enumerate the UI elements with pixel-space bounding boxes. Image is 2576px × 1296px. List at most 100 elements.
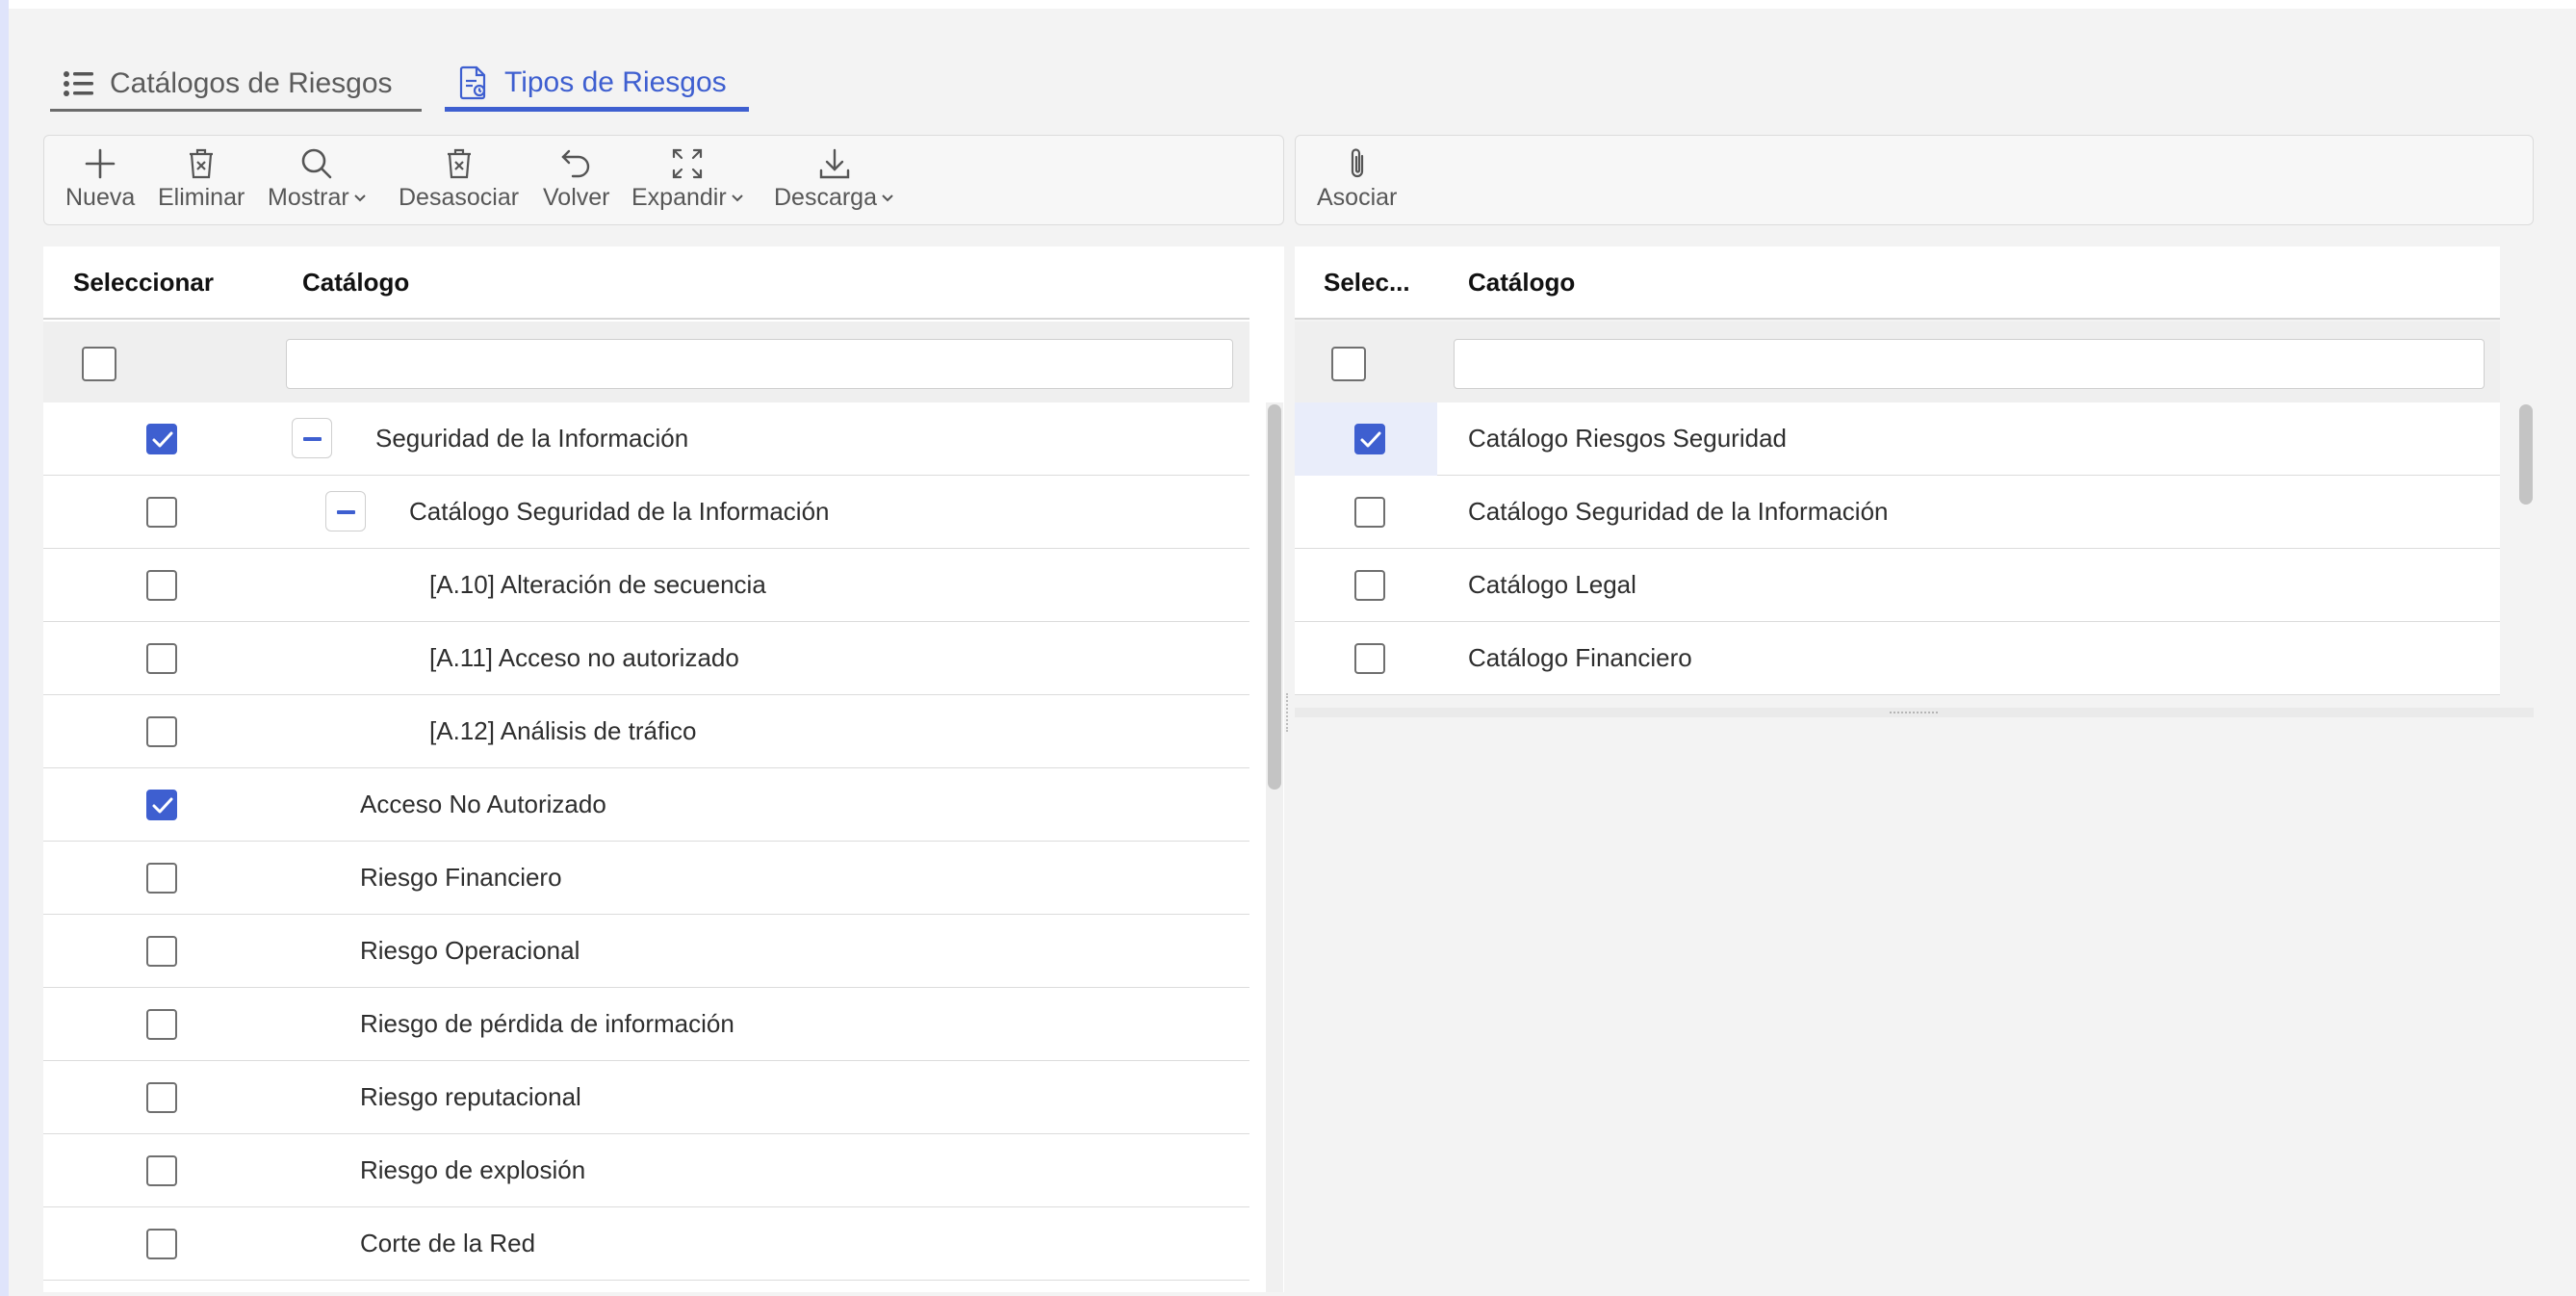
row-checkbox[interactable] — [146, 643, 177, 674]
download-icon — [818, 143, 851, 184]
row-checkbox[interactable] — [146, 863, 177, 894]
horizontal-splitter[interactable] — [1295, 708, 2534, 717]
row-checkbox[interactable] — [1354, 570, 1385, 601]
column-header-seleccionar[interactable]: Selec... — [1324, 268, 1410, 298]
tab-catalogos-de-riesgos[interactable]: Catálogos de Riesgos — [50, 58, 422, 112]
left-accent-bar — [0, 0, 9, 1296]
table-row[interactable]: Riesgo Financiero — [43, 842, 1249, 915]
filter-row — [43, 322, 1249, 402]
catalog-filter-input[interactable] — [1454, 339, 2485, 389]
trash-icon — [187, 143, 216, 184]
table-row[interactable]: Seguridad de la Información — [43, 402, 1249, 476]
row-label: Catálogo Riesgos Seguridad — [1468, 424, 1787, 453]
vertical-scrollbar[interactable] — [1266, 402, 1283, 1292]
column-header-seleccionar[interactable]: Seleccionar — [73, 268, 214, 298]
panel-splitter[interactable] — [1286, 693, 1290, 732]
trash-icon — [445, 143, 474, 184]
row-checkbox[interactable] — [146, 424, 177, 454]
column-header-catalogo[interactable]: Catálogo — [302, 268, 409, 298]
row-label: Catálogo Financiero — [1468, 643, 1692, 672]
grid-header: Seleccionar Catálogo — [43, 246, 1249, 320]
row-checkbox[interactable] — [1354, 497, 1385, 528]
row-label: [A.11] Acceso no autorizado — [429, 643, 739, 672]
row-checkbox[interactable] — [146, 1082, 177, 1113]
left-toolbar: Nueva Eliminar Mostrar Desasociar Volver… — [43, 135, 1284, 225]
row-label: [A.12] Análisis de tráfico — [429, 716, 697, 745]
table-row[interactable]: Riesgo Operacional — [43, 915, 1249, 988]
table-row[interactable]: Riesgo de pérdida de información — [43, 988, 1249, 1061]
right-toolbar: Asociar — [1295, 135, 2534, 225]
collapse-toggle-icon[interactable] — [292, 418, 332, 458]
select-all-checkbox[interactable] — [82, 347, 116, 381]
tab-label: Tipos de Riesgos — [504, 65, 727, 98]
nueva-button[interactable]: Nueva — [65, 143, 135, 219]
chevron-down-icon — [882, 194, 893, 201]
chevron-down-icon — [354, 194, 366, 201]
undo-icon — [560, 143, 593, 184]
row-checkbox[interactable] — [146, 497, 177, 528]
select-all-checkbox[interactable] — [1331, 347, 1366, 381]
row-label: Riesgo reputacional — [360, 1082, 581, 1111]
row-label: Catálogo Seguridad de la Información — [1468, 497, 1889, 526]
table-row[interactable]: [A.11] Acceso no autorizado — [43, 622, 1249, 695]
scrollbar-thumb[interactable] — [1268, 404, 1281, 790]
row-checkbox[interactable] — [146, 1009, 177, 1040]
row-checkbox[interactable] — [1354, 643, 1385, 674]
asociar-button[interactable]: Asociar — [1317, 143, 1397, 219]
catalog-filter-input[interactable] — [286, 339, 1233, 389]
plus-icon — [84, 143, 116, 184]
table-row[interactable]: Riesgo de explosión — [43, 1134, 1249, 1207]
row-checkbox[interactable] — [146, 1229, 177, 1259]
table-row[interactable]: Catálogo Legal — [1295, 549, 2500, 622]
row-label: Riesgo de pérdida de información — [360, 1009, 734, 1038]
scrollbar-thumb[interactable] — [2519, 404, 2533, 505]
column-header-catalogo[interactable]: Catálogo — [1468, 268, 1575, 298]
table-row[interactable]: Catálogo Seguridad de la Información — [43, 476, 1249, 549]
table-row[interactable]: Acceso No Autorizado — [43, 768, 1249, 842]
row-label: Riesgo Operacional — [360, 936, 580, 965]
desasociar-button[interactable]: Desasociar — [399, 143, 519, 219]
search-icon — [300, 143, 333, 184]
table-row[interactable]: [A.10] Alteración de secuencia — [43, 549, 1249, 622]
filter-row — [1295, 322, 2500, 402]
left-grid-rows: Seguridad de la Información Catálogo Segu… — [43, 402, 1249, 1281]
list-icon — [62, 66, 96, 101]
row-label: Acceso No Autorizado — [360, 790, 606, 818]
left-grid: Seleccionar Catálogo Seguridad de la Inf… — [43, 246, 1284, 1292]
row-label: [A.10] Alteración de secuencia — [429, 570, 766, 599]
grid-header: Selec... Catálogo — [1295, 246, 2500, 320]
row-label: Catálogo Seguridad de la Información — [409, 497, 830, 526]
row-label: Riesgo Financiero — [360, 863, 562, 892]
paperclip-icon — [1345, 143, 1370, 184]
expand-icon — [671, 143, 704, 184]
tab-bar: Catálogos de Riesgos Tipos de Riesgos — [50, 58, 749, 112]
volver-button[interactable]: Volver — [543, 143, 609, 219]
tab-label: Catálogos de Riesgos — [110, 66, 393, 99]
eliminar-button[interactable]: Eliminar — [158, 143, 245, 219]
row-checkbox[interactable] — [146, 716, 177, 747]
top-strip — [9, 0, 2576, 9]
row-checkbox[interactable] — [146, 790, 177, 820]
table-row[interactable]: Corte de la Red — [43, 1207, 1249, 1281]
table-row[interactable]: Catálogo Financiero — [1295, 622, 2500, 695]
row-label: Riesgo de explosión — [360, 1155, 586, 1184]
right-grid-rows: Catálogo Riesgos Seguridad Catálogo Segur… — [1295, 402, 2500, 695]
row-checkbox[interactable] — [146, 1155, 177, 1186]
descarga-button[interactable]: Descarga — [774, 143, 894, 219]
collapse-toggle-icon[interactable] — [325, 491, 366, 531]
table-row[interactable]: Catálogo Seguridad de la Información — [1295, 476, 2500, 549]
tab-tipos-de-riesgos[interactable]: Tipos de Riesgos — [445, 58, 749, 112]
table-row[interactable]: [A.12] Análisis de tráfico — [43, 695, 1249, 768]
row-label: Corte de la Red — [360, 1229, 536, 1257]
expandir-button[interactable]: Expandir — [631, 143, 744, 219]
row-checkbox[interactable] — [146, 936, 177, 967]
document-icon — [456, 65, 491, 100]
row-checkbox[interactable] — [1354, 424, 1385, 454]
mostrar-button[interactable]: Mostrar — [268, 143, 367, 219]
table-row[interactable]: Catálogo Riesgos Seguridad — [1295, 402, 2500, 476]
row-checkbox[interactable] — [146, 570, 177, 601]
right-grid: Selec... Catálogo Catálogo Riesgos Segur… — [1295, 246, 2534, 718]
row-label: Seguridad de la Información — [375, 424, 689, 453]
vertical-scrollbar[interactable] — [2517, 402, 2534, 707]
table-row[interactable]: Riesgo reputacional — [43, 1061, 1249, 1134]
